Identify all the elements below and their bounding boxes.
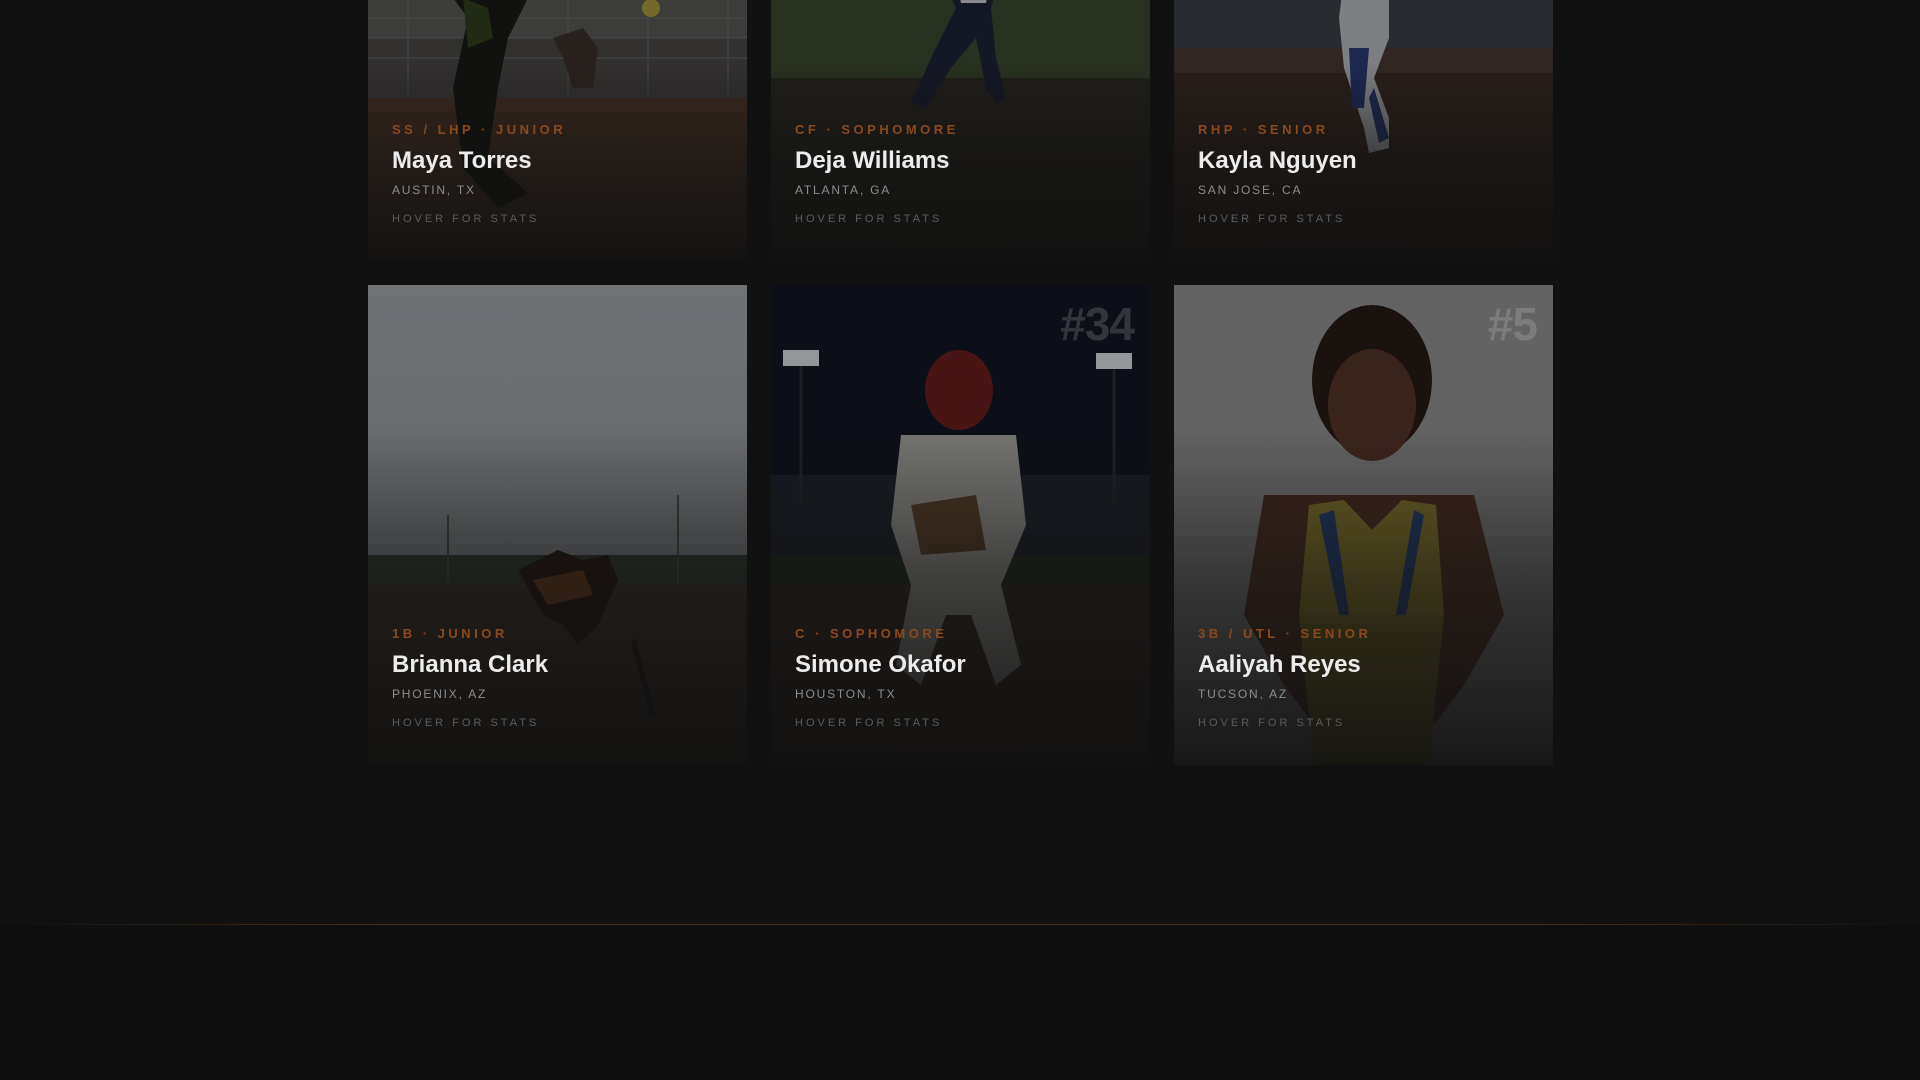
player-position: 3B / UTL · SENIOR (1198, 626, 1372, 641)
player-card-kayla-nguyen[interactable]: RHP · SENIOR Kayla Nguyen SAN JOSE, CA H… (1174, 0, 1553, 261)
player-info: CF · SOPHOMORE Deja Williams ATLANTA, GA… (795, 122, 959, 225)
jersey-number: #5 (1487, 298, 1538, 350)
hover-for-stats-hint: HOVER FOR STATS (795, 717, 943, 729)
player-position: 1B · JUNIOR (392, 626, 508, 641)
player-hometown: AUSTIN, TX (392, 183, 476, 197)
player-name: Simone Okafor (795, 651, 966, 678)
player-position: C · SOPHOMORE (795, 626, 948, 641)
hover-for-stats-hint: HOVER FOR STATS (1198, 717, 1346, 729)
player-card-deja-williams[interactable]: CF · SOPHOMORE Deja Williams ATLANTA, GA… (771, 0, 1150, 261)
player-hometown: HOUSTON, TX (795, 687, 897, 701)
player-card-aaliyah-reyes[interactable]: #5 3B / UTL · SENIOR Aaliyah Reyes TUCSO… (1174, 285, 1553, 765)
player-position: SS / LHP · JUNIOR (392, 122, 567, 137)
player-name: Maya Torres (392, 147, 532, 174)
player-name: Aaliyah Reyes (1198, 651, 1361, 678)
player-position: CF · SOPHOMORE (795, 122, 959, 137)
hover-for-stats-hint: HOVER FOR STATS (392, 717, 540, 729)
roster-page: SS / LHP · JUNIOR Maya Torres AUSTIN, TX… (0, 0, 1920, 1080)
player-name: Kayla Nguyen (1198, 147, 1357, 174)
hover-for-stats-hint: HOVER FOR STATS (392, 213, 540, 225)
player-hometown: ATLANTA, GA (795, 183, 892, 197)
player-hometown: TUCSON, AZ (1198, 687, 1289, 701)
player-info: 3B / UTL · SENIOR Aaliyah Reyes TUCSON, … (1198, 626, 1371, 729)
hover-for-stats-hint: HOVER FOR STATS (795, 213, 943, 225)
player-info: C · SOPHOMORE Simone Okafor HOUSTON, TX … (795, 626, 966, 729)
player-hometown: PHOENIX, AZ (392, 687, 488, 701)
player-info: RHP · SENIOR Kayla Nguyen SAN JOSE, CA H… (1198, 122, 1357, 225)
player-grid: SS / LHP · JUNIOR Maya Torres AUSTIN, TX… (368, 0, 1553, 765)
footer (0, 925, 1920, 1080)
player-card-simone-okafor[interactable]: #34 C · SOPHOMORE Simone Okafor HOUSTON,… (771, 285, 1150, 765)
player-card-brianna-clark[interactable]: 1B · JUNIOR Brianna Clark PHOENIX, AZ HO… (368, 285, 747, 765)
player-name: Brianna Clark (392, 651, 549, 678)
player-info: 1B · JUNIOR Brianna Clark PHOENIX, AZ HO… (392, 626, 548, 729)
player-info: SS / LHP · JUNIOR Maya Torres AUSTIN, TX… (392, 122, 566, 225)
player-hometown: SAN JOSE, CA (1198, 183, 1303, 197)
jersey-number: #34 (1060, 298, 1135, 350)
hover-for-stats-hint: HOVER FOR STATS (1198, 213, 1346, 225)
player-position: RHP · SENIOR (1198, 122, 1329, 137)
player-name: Deja Williams (795, 147, 950, 174)
player-card-maya-torres[interactable]: SS / LHP · JUNIOR Maya Torres AUSTIN, TX… (368, 0, 747, 261)
